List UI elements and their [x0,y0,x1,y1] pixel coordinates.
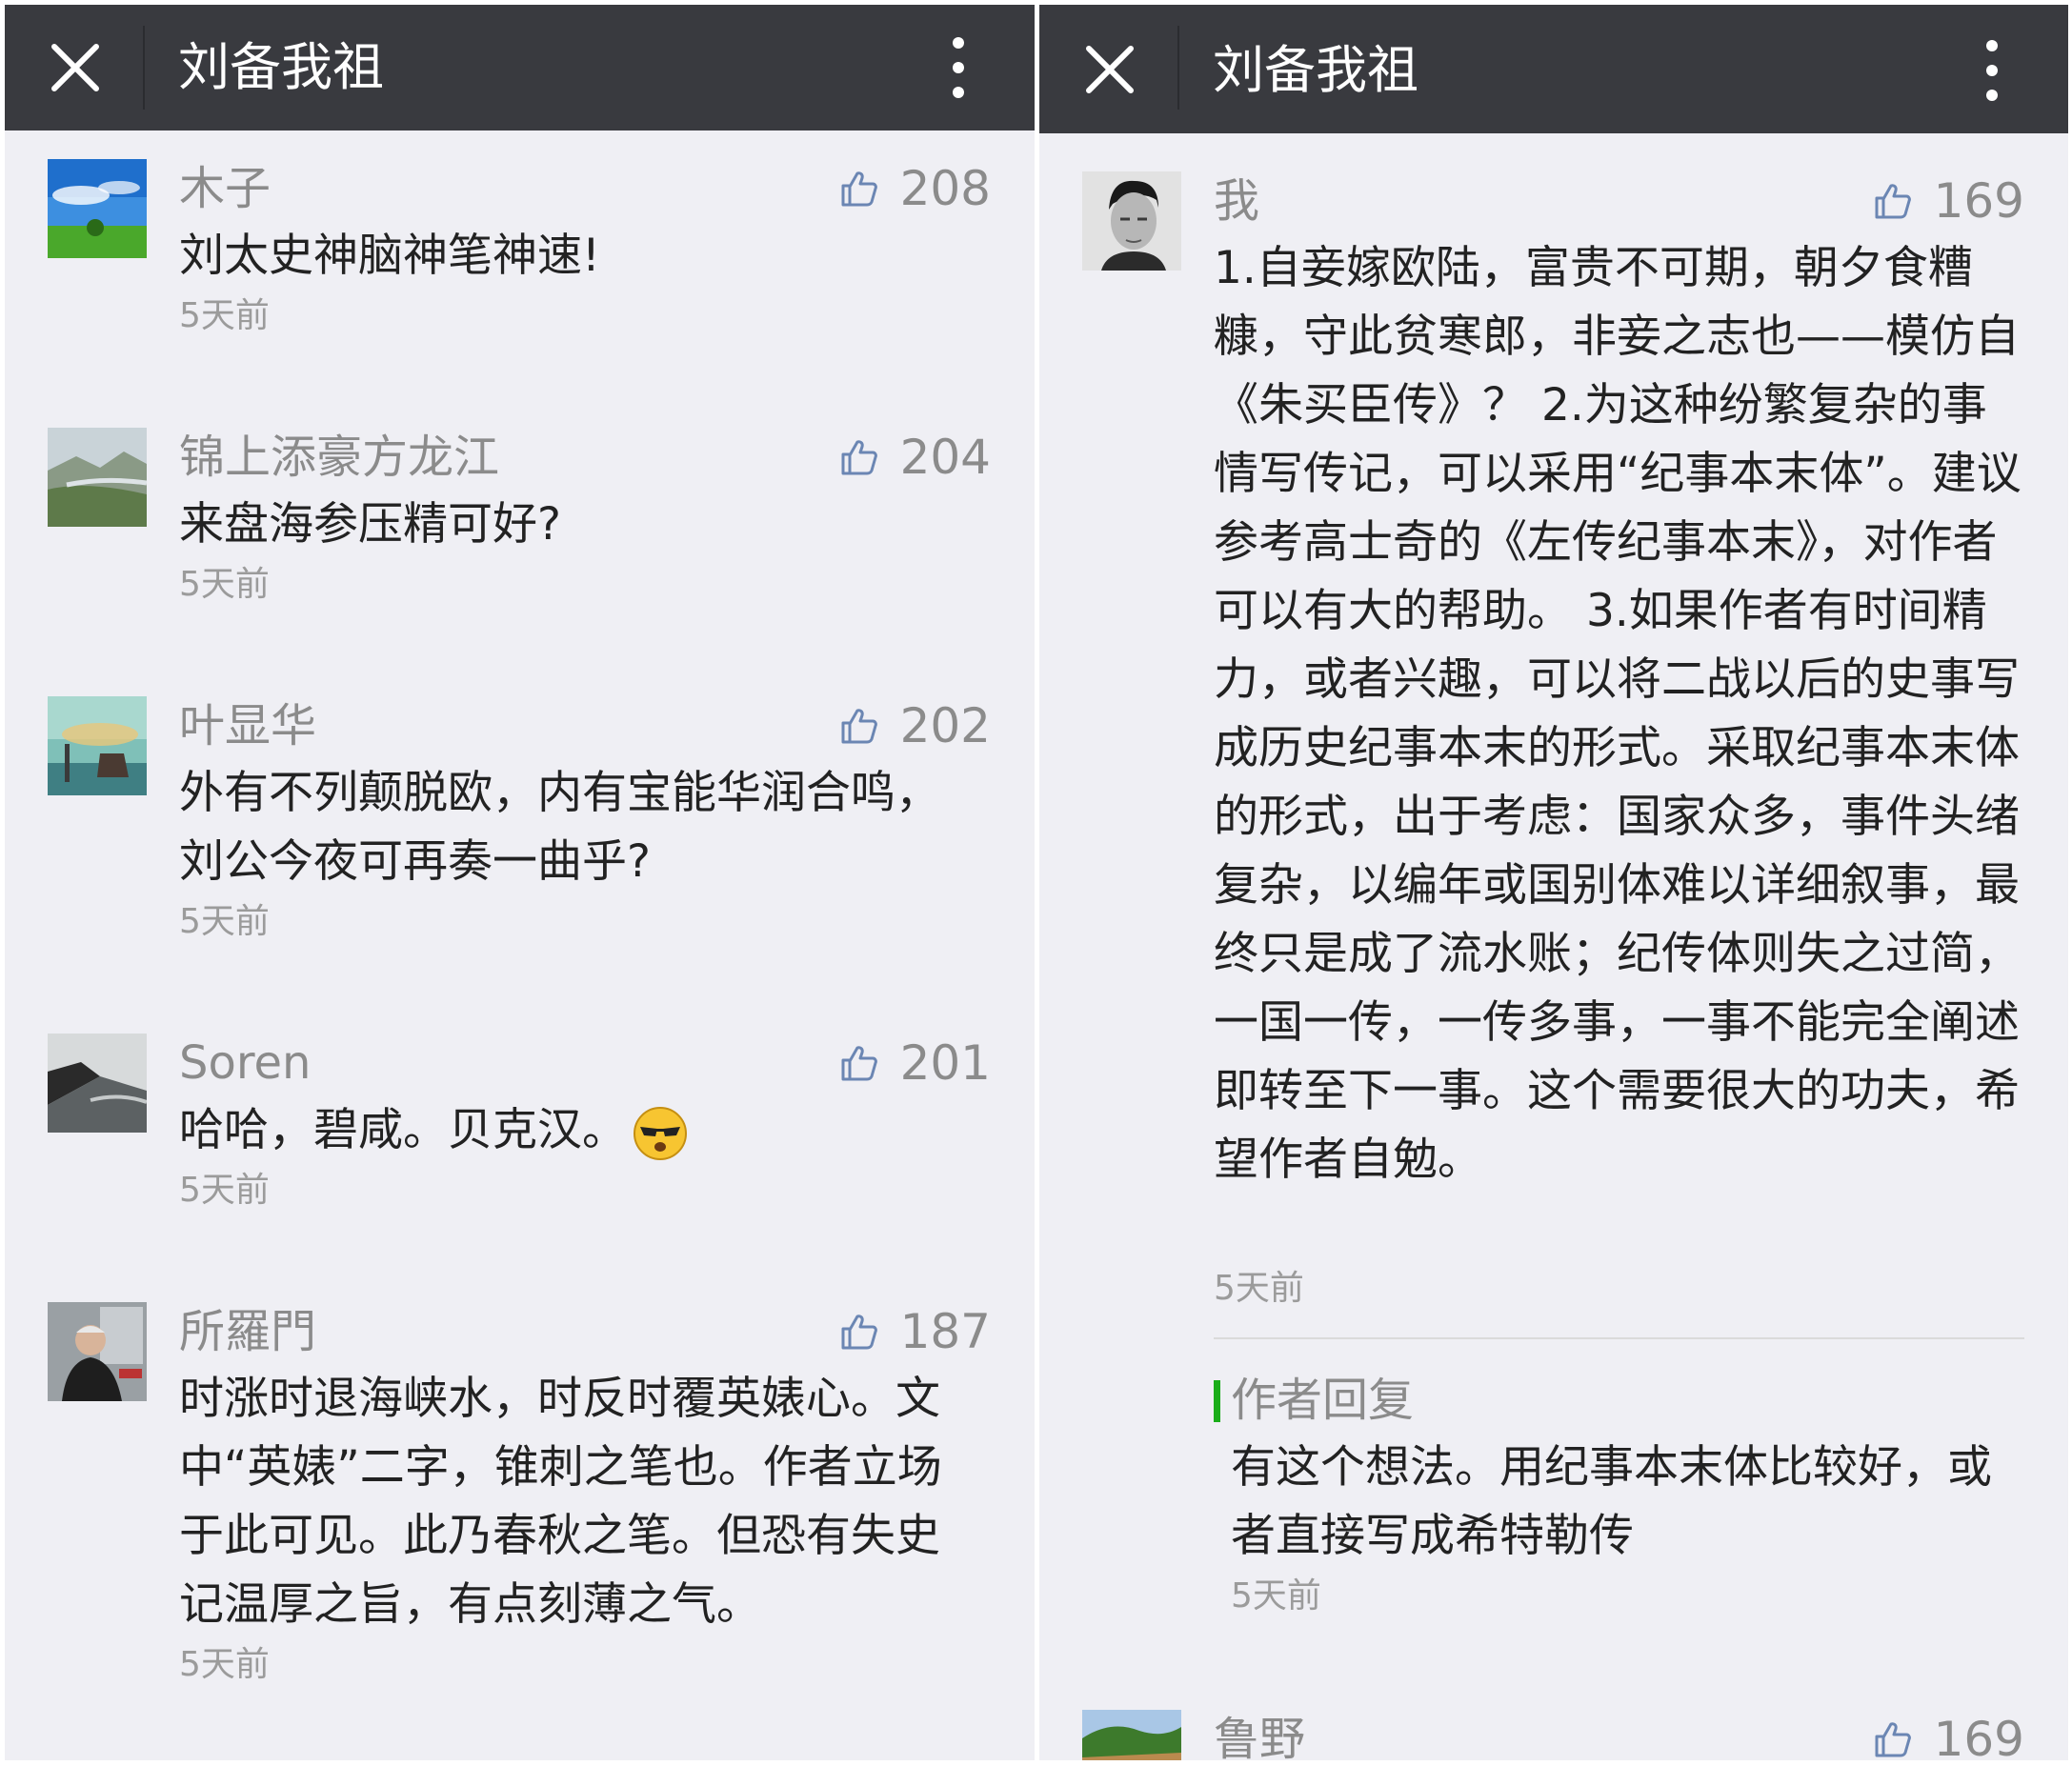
divider [1177,26,1179,110]
like-count: 201 [899,1035,991,1091]
thumbs-up-icon [839,437,879,477]
comment-text: 哈哈，碧咸。贝克汉。 [179,1096,977,1165]
thumbs-up-icon [839,169,879,209]
like-button[interactable]: 187 [839,1302,991,1361]
close-icon[interactable] [49,41,102,94]
top-bar: 刘备我祖 [1039,5,2068,133]
comment-text: 刘太史神脑神笔神速! [179,230,600,282]
avatar[interactable] [48,428,147,527]
comment-text: 1.自妾嫁欧陆，富贵不可期，朝夕食糟糠，守此贫寒郎，非妾之志也——模仿自《朱买臣… [1214,242,2022,1186]
comment-time: 5天前 [179,296,270,335]
comment-author[interactable]: 锦上添豪方龙江 [179,428,499,487]
thumbs-up-icon [839,1043,879,1083]
more-vertical-icon[interactable] [1984,40,2000,101]
comment-time: 5天前 [1214,1269,1304,1308]
comment-time: 5天前 [179,1171,270,1210]
like-count: 187 [899,1304,991,1359]
comment-text-content: 哈哈，碧咸。贝克汉。 [179,1104,627,1156]
comment-time: 5天前 [179,1645,270,1684]
left-comments-screen: 刘备我祖 木子 208 刘太史神脑神笔神速! 5天前 锦上添豪方龙江 204 来… [5,5,1035,1760]
thumbs-up-icon [1873,1719,1913,1759]
like-button[interactable]: 201 [839,1034,991,1093]
like-count: 169 [1933,1712,2024,1760]
sunglasses-emoji-icon [633,1106,688,1161]
comment-author[interactable]: 叶显华 [179,696,316,755]
comment-text: 时涨时退海峡水，时反时覆英婊心。文中“英婊”二字，锥刺之笔也。作者立场于此可见。… [179,1373,942,1631]
author-reply-time: 5天前 [1231,1576,1321,1615]
avatar[interactable] [1082,171,1181,271]
comment-author[interactable]: 我 [1214,171,1259,231]
comment-text: 来盘海参压精可好? [179,498,561,551]
avatar[interactable] [48,1034,147,1133]
comment-time: 5天前 [179,565,270,604]
reply-accent-bar [1214,1380,1220,1422]
divider [143,26,145,110]
close-icon[interactable] [1083,43,1137,96]
thumbs-up-icon [839,1312,879,1352]
comment-author[interactable]: 木子 [179,159,271,218]
like-button[interactable]: 169 [1873,171,2024,231]
avatar[interactable] [1082,1710,1181,1760]
right-comments-screen: 刘备我祖 我 169 1.自妾嫁欧陆，富贵不可期，朝夕食糟糠，守此贫寒郎，非妾之… [1039,5,2068,1760]
avatar[interactable] [48,159,147,258]
like-button[interactable]: 202 [839,696,991,755]
like-button[interactable]: 208 [839,159,991,218]
comment-text: 外有不列颠脱欧，内有宝能华润合鸣，刘公今夜可再奏一曲乎? [179,767,940,888]
comment-author[interactable]: 鲁野 [1214,1710,1305,1760]
thumbs-up-icon [839,706,879,746]
page-title: 刘备我祖 [178,37,384,97]
more-vertical-icon[interactable] [951,37,966,98]
like-count: 208 [899,161,991,216]
comment-author[interactable]: 所羅門 [179,1302,316,1361]
like-count: 204 [899,430,991,485]
divider [1214,1337,2024,1339]
avatar[interactable] [48,1302,147,1401]
thumbs-up-icon [1873,181,1913,221]
comment-time: 5天前 [179,902,270,941]
top-bar: 刘备我祖 [5,5,1035,130]
like-count: 202 [899,698,991,753]
like-count: 169 [1933,173,2024,229]
like-button[interactable]: 169 [1873,1710,2024,1760]
author-reply-text: 有这个想法。用纪事本末体比较好，或者直接写成希特勒传 [1231,1441,1992,1562]
author-reply-label: 作者回复 [1231,1374,1415,1427]
comment-author[interactable]: Soren [179,1034,311,1093]
avatar[interactable] [48,696,147,795]
like-button[interactable]: 204 [839,428,991,487]
page-title: 刘备我祖 [1213,40,1418,100]
